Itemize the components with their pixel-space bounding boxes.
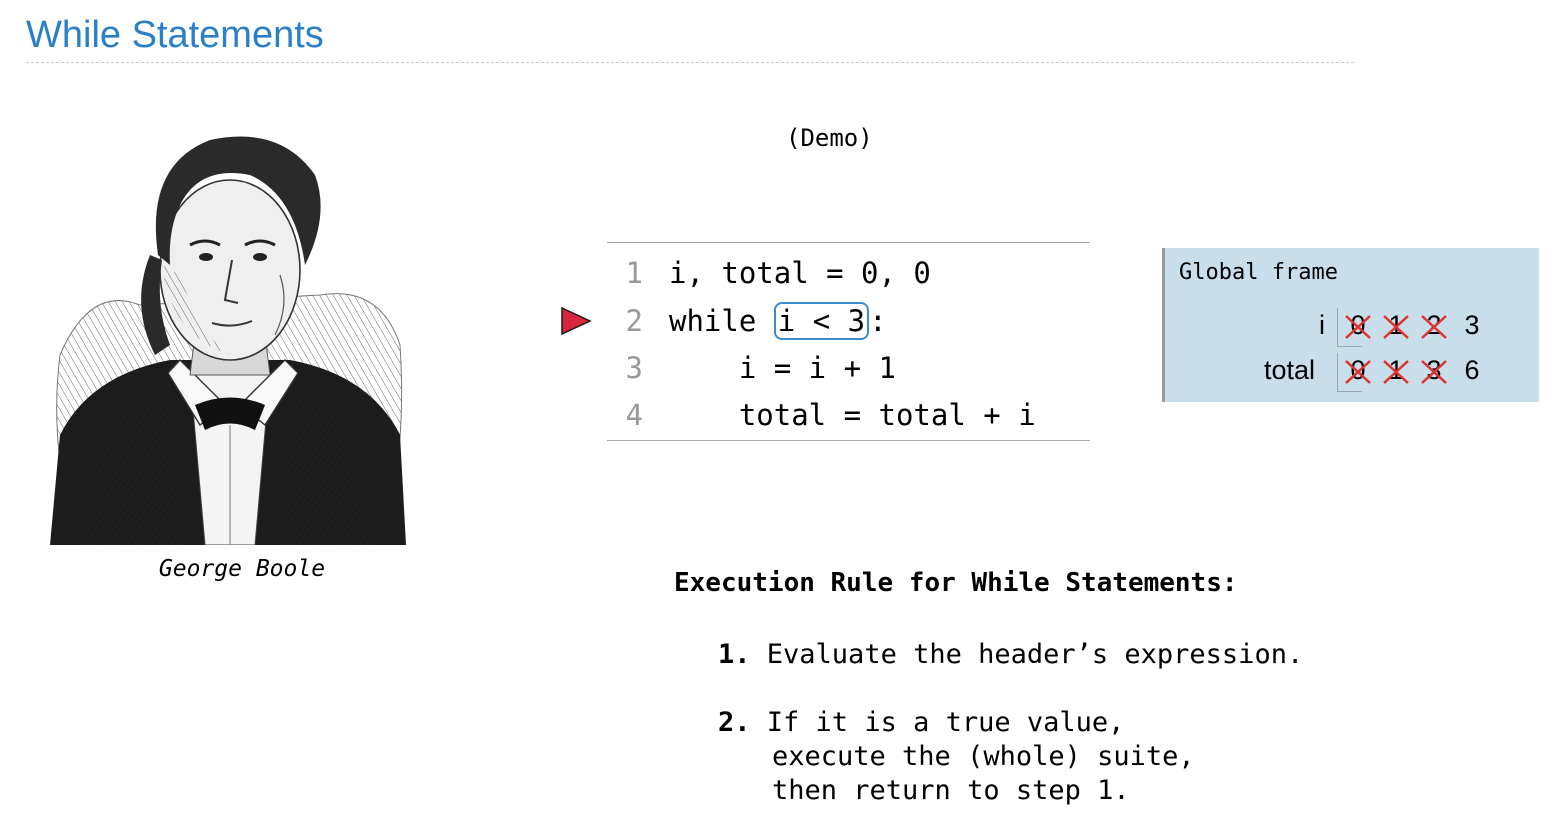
title-divider xyxy=(26,62,1354,63)
old-value: 2 xyxy=(1415,310,1453,341)
rule-step-1: 1. Evaluate the header’s expression. xyxy=(718,638,1303,672)
old-value: 1 xyxy=(1377,355,1415,386)
portrait-caption: George Boole xyxy=(158,556,326,582)
highlighted-condition: i < 3 xyxy=(773,302,870,340)
code-text: total = total + i xyxy=(669,398,1036,432)
strike-icon xyxy=(1345,315,1371,339)
frame-var-values: 0123 xyxy=(1339,310,1491,341)
rule-step-2-line-3: then return to step 1. xyxy=(772,775,1130,806)
rule-step-2-line-2: execute the (whole) suite, xyxy=(772,741,1195,772)
current-value: 3 xyxy=(1464,310,1480,340)
code-listing: 1 i, total = 0, 0 2 while i < 3: 3 i = i +… xyxy=(607,242,1090,441)
strike-icon xyxy=(1383,315,1409,339)
frame-var-name: total xyxy=(1263,355,1315,385)
rule-step-2: 2. If it is a true value, xyxy=(718,706,1124,740)
step-text: Evaluate the header’s expression. xyxy=(766,639,1304,670)
step-number: 1. xyxy=(718,639,751,670)
code-text: i, total = 0, 0 xyxy=(669,256,931,290)
frame-var-name: i xyxy=(1319,310,1325,340)
code-keyword: while xyxy=(669,304,757,338)
code-line-1: 1 i, total = 0, 0 xyxy=(607,253,931,293)
line-number: 2 xyxy=(625,304,643,338)
code-suffix: : xyxy=(869,304,887,338)
red-triangle-arrow-icon xyxy=(561,306,592,336)
step-number: 2. xyxy=(718,707,751,738)
current-value: 6 xyxy=(1464,355,1480,385)
global-frame: Global frame i 0123 total 0136 xyxy=(1162,248,1539,402)
line-number: 3 xyxy=(625,351,643,385)
strike-icon xyxy=(1345,360,1371,384)
step-text: If it is a true value, xyxy=(766,707,1125,738)
line-number: 1 xyxy=(625,256,643,290)
old-value: 0 xyxy=(1339,310,1377,341)
strike-icon xyxy=(1421,360,1447,384)
strike-icon xyxy=(1383,360,1409,384)
code-text: i = i + 1 xyxy=(669,351,896,385)
old-value: 0 xyxy=(1339,355,1377,386)
frame-title: Global frame xyxy=(1179,260,1338,285)
code-line-2: 2 while i < 3: xyxy=(607,301,887,341)
slide-title: While Statements xyxy=(26,14,324,56)
strike-icon xyxy=(1421,315,1447,339)
rule-heading: Execution Rule for While Statements: xyxy=(674,568,1238,598)
code-line-4: 4 total = total + i xyxy=(607,395,1036,435)
frame-var-values: 0136 xyxy=(1339,355,1491,386)
code-line-3: 3 i = i + 1 xyxy=(607,348,896,388)
old-value: 3 xyxy=(1415,355,1453,386)
demo-label: (Demo) xyxy=(786,124,873,152)
line-number: 4 xyxy=(625,398,643,432)
george-boole-portrait-image xyxy=(50,136,406,545)
old-value: 1 xyxy=(1377,310,1415,341)
